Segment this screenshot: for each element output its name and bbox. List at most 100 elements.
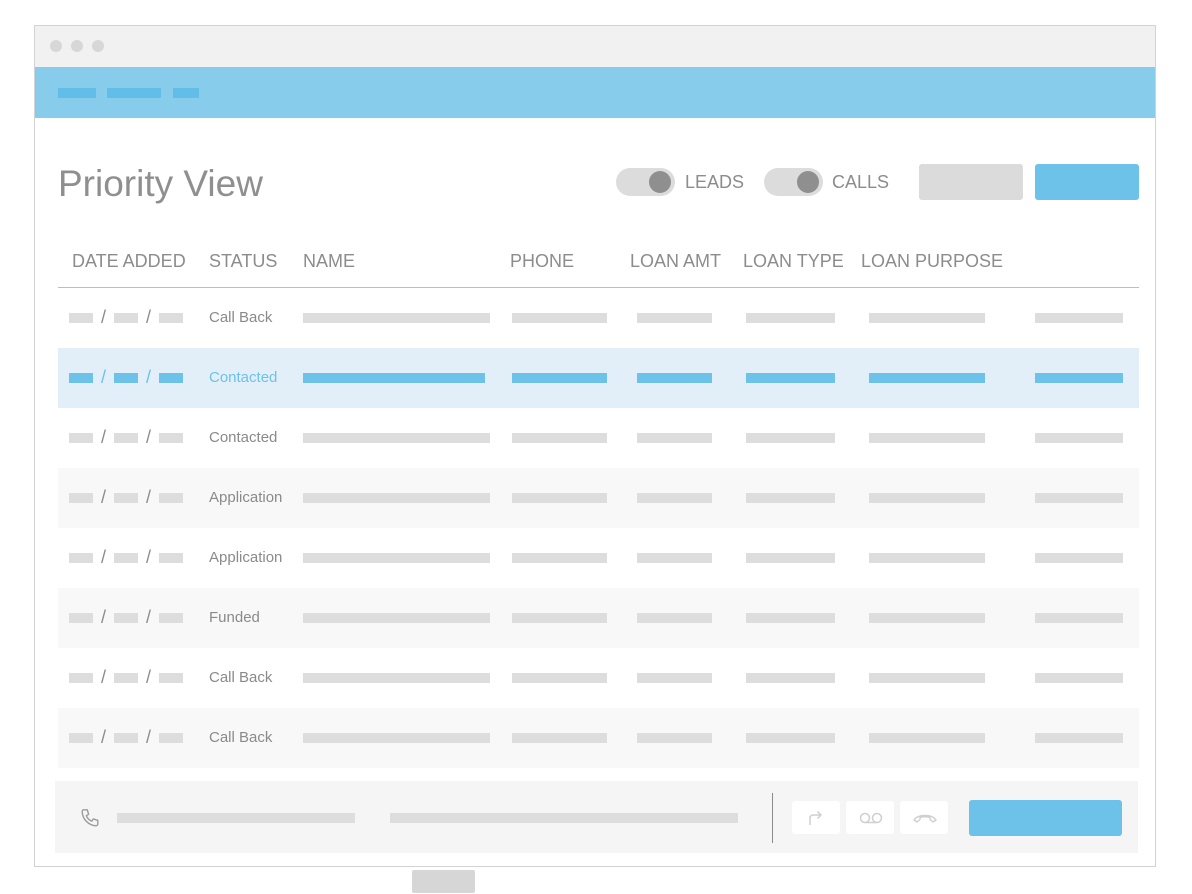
date-separator: /: [101, 487, 107, 507]
loan-amt-placeholder: [637, 553, 712, 563]
loan-purpose-placeholder: [869, 493, 985, 503]
call-bar-divider: [772, 793, 773, 843]
extra-placeholder: [1035, 433, 1123, 443]
loan-purpose-placeholder: [869, 433, 985, 443]
loan-amt-placeholder: [637, 433, 712, 443]
row-status: Application: [209, 549, 283, 566]
loan-type-placeholder: [746, 313, 835, 323]
window-close-dot[interactable]: [50, 40, 62, 52]
window-maximize-dot[interactable]: [92, 40, 104, 52]
date-part-placeholder: [114, 493, 138, 503]
window-minimize-dot[interactable]: [71, 40, 83, 52]
phone-placeholder: [512, 673, 607, 683]
column-header-phone[interactable]: PHONE: [510, 252, 574, 270]
loan-purpose-placeholder: [869, 673, 985, 683]
phone-placeholder: [512, 433, 607, 443]
loan-amt-placeholder: [637, 373, 712, 383]
row-status: Call Back: [209, 669, 273, 686]
loan-amt-placeholder: [637, 493, 712, 503]
table-row[interactable]: / / Call Back: [58, 288, 1139, 348]
loan-type-placeholder: [746, 553, 835, 563]
top-navbar: [35, 67, 1155, 118]
table-row[interactable]: / / Call Back: [58, 648, 1139, 708]
voicemail-icon: [859, 812, 883, 824]
name-placeholder: [303, 553, 490, 563]
date-separator: /: [101, 367, 107, 387]
phone-placeholder: [512, 373, 607, 383]
voicemail-button[interactable]: [846, 801, 894, 834]
calls-toggle[interactable]: [764, 168, 823, 196]
column-header-date-added[interactable]: DATE ADDED: [72, 252, 186, 270]
caller-info-placeholder: [117, 813, 355, 823]
column-header-status[interactable]: STATUS: [209, 252, 277, 270]
date-part-placeholder: [69, 613, 93, 623]
date-separator: /: [146, 547, 152, 567]
nav-item-1[interactable]: [58, 88, 96, 98]
table-row[interactable]: / / Application: [58, 468, 1139, 528]
date-separator: /: [101, 547, 107, 567]
row-status: Contacted: [209, 369, 278, 386]
loan-type-placeholder: [746, 373, 835, 383]
name-placeholder: [303, 373, 485, 383]
name-placeholder: [303, 433, 490, 443]
phone-placeholder: [512, 553, 607, 563]
date-separator: /: [146, 607, 152, 627]
date-part-placeholder: [114, 733, 138, 743]
row-status: Funded: [209, 609, 260, 626]
name-placeholder: [303, 613, 490, 623]
nav-item-3[interactable]: [173, 88, 199, 98]
column-header-loan-purpose[interactable]: LOAN PURPOSE: [861, 252, 1003, 270]
loan-amt-placeholder: [637, 313, 712, 323]
table-row[interactable]: / / Application: [58, 528, 1139, 588]
phone-icon[interactable]: [79, 807, 101, 829]
forward-call-button[interactable]: [792, 801, 840, 834]
date-part-placeholder: [69, 313, 93, 323]
date-separator: /: [146, 307, 152, 327]
loan-type-placeholder: [746, 613, 835, 623]
date-part-placeholder: [114, 433, 138, 443]
table-row-selected[interactable]: / / Contacted: [58, 348, 1139, 408]
date-part-placeholder: [69, 553, 93, 563]
table-row[interactable]: / / Contacted: [58, 408, 1139, 468]
column-header-loan-amt[interactable]: LOAN AMT: [630, 252, 721, 270]
extra-placeholder: [1035, 553, 1123, 563]
name-placeholder: [303, 313, 490, 323]
loan-amt-placeholder: [637, 673, 712, 683]
call-action-button[interactable]: [969, 800, 1122, 836]
table-row[interactable]: / / Call Back: [58, 708, 1139, 768]
table-row[interactable]: / / Funded: [58, 588, 1139, 648]
loan-purpose-placeholder: [869, 373, 985, 383]
date-part-placeholder: [159, 313, 183, 323]
primary-action-button[interactable]: [1035, 164, 1139, 200]
secondary-action-button[interactable]: [919, 164, 1023, 200]
leads-toggle-label: LEADS: [685, 172, 745, 192]
forward-icon: [809, 810, 823, 825]
date-separator: /: [146, 487, 152, 507]
date-part-placeholder: [159, 733, 183, 743]
extra-placeholder: [1035, 673, 1123, 683]
nav-item-2[interactable]: [107, 88, 161, 98]
date-separator: /: [101, 427, 107, 447]
extra-placeholder: [1035, 493, 1123, 503]
leads-toggle[interactable]: [616, 168, 675, 196]
date-part-placeholder: [69, 673, 93, 683]
loan-purpose-placeholder: [869, 553, 985, 563]
date-separator: /: [101, 307, 107, 327]
date-separator: /: [146, 667, 152, 687]
loan-type-placeholder: [746, 493, 835, 503]
hangup-icon: [913, 814, 937, 823]
date-part-placeholder: [159, 673, 183, 683]
date-separator: /: [146, 727, 152, 747]
leads-toggle-knob: [649, 171, 671, 193]
date-part-placeholder: [114, 613, 138, 623]
phone-placeholder: [512, 613, 607, 623]
extra-placeholder: [1035, 313, 1123, 323]
loan-purpose-placeholder: [869, 613, 985, 623]
call-details-placeholder: [390, 813, 738, 823]
column-header-name[interactable]: NAME: [303, 252, 355, 270]
date-part-placeholder: [69, 733, 93, 743]
column-header-loan-type[interactable]: LOAN TYPE: [743, 252, 844, 270]
loan-amt-placeholder: [637, 733, 712, 743]
hangup-button[interactable]: [900, 801, 948, 834]
date-part-placeholder: [69, 493, 93, 503]
